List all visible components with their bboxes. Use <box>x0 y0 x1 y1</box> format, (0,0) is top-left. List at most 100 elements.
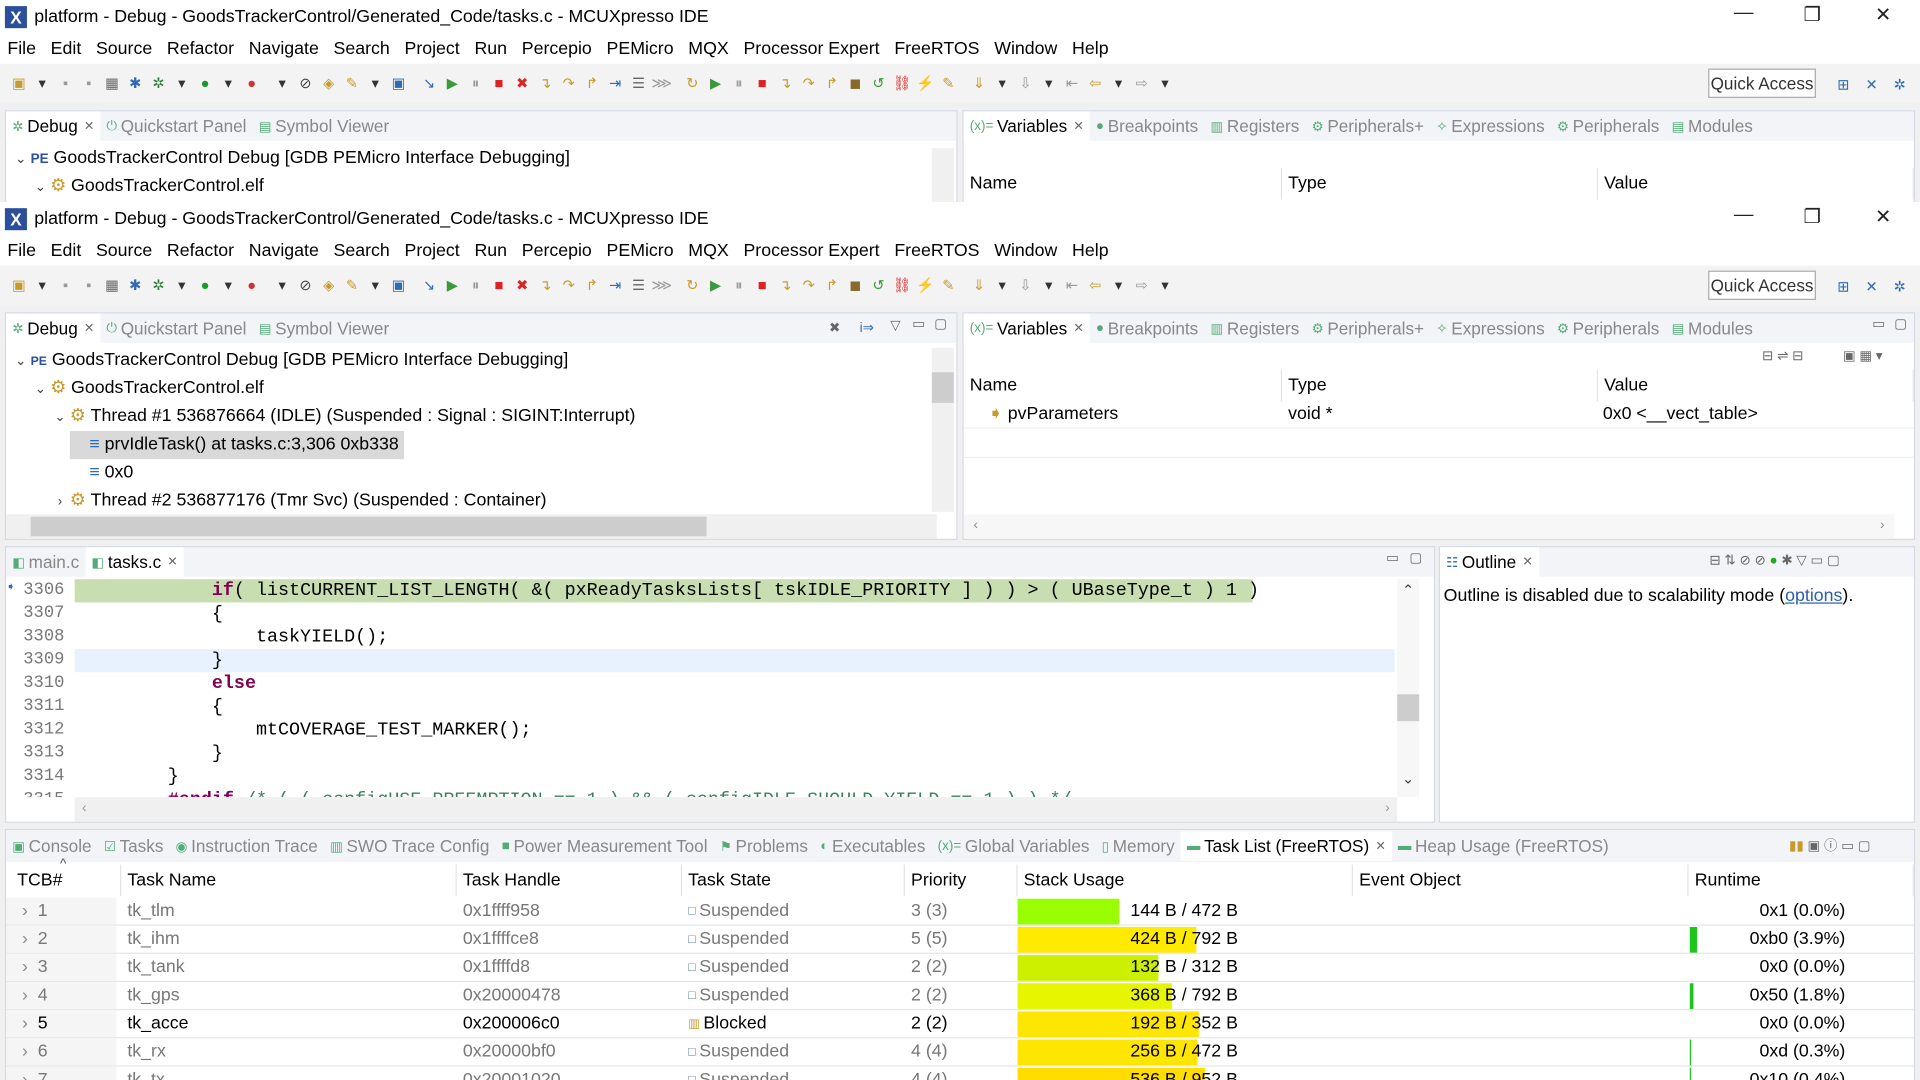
flash-icon[interactable]: ▶ <box>704 274 727 296</box>
horizontal-scrollbar[interactable]: ‹ › <box>74 797 1398 822</box>
column-header-name[interactable]: Name <box>964 167 1283 200</box>
column-header-name[interactable]: Name <box>964 369 1283 402</box>
expand-icon[interactable]: ⌄ <box>31 174 51 202</box>
close-tab-icon[interactable]: ✕ <box>84 119 94 132</box>
dropdown-icon[interactable]: ▾ <box>170 72 193 94</box>
maximize-view-icon[interactable]: ▢ <box>1894 316 1907 332</box>
edit-icon[interactable]: ✎ <box>340 274 363 296</box>
link-icon[interactable]: ⛓ <box>890 274 913 296</box>
column-header-type[interactable]: Type <box>1282 369 1598 402</box>
instruction-stepping-icon[interactable]: i⇒ <box>860 320 874 336</box>
menu-edit[interactable]: Edit <box>43 241 88 261</box>
back-icon[interactable]: ⇦ <box>1084 274 1107 296</box>
close-tab-icon[interactable]: ✕ <box>1073 321 1083 334</box>
next-annotation-icon[interactable]: ⇩ <box>1014 274 1037 296</box>
menu-freertos[interactable]: FreeRTOS <box>887 39 987 59</box>
link-icon[interactable]: ⛓ <box>890 72 913 94</box>
column-header-value[interactable]: Value <box>1598 167 1914 200</box>
pause-all-icon[interactable]: ⏸ <box>727 72 750 94</box>
step-return-icon[interactable]: ↱ <box>580 274 603 296</box>
unlink-icon[interactable]: ⚡ <box>913 274 936 296</box>
menu-project[interactable]: Project <box>397 241 467 261</box>
minimize-view-icon[interactable]: ▭ <box>1872 316 1885 332</box>
close-tab-icon[interactable]: ✕ <box>1073 119 1083 132</box>
tree-item-launch[interactable]: ⌄ PE GoodsTrackerControl Debug [GDB PEMic… <box>11 144 570 172</box>
external-tools-icon[interactable]: ● <box>240 72 263 94</box>
run-icon[interactable]: ● <box>193 72 216 94</box>
column-header-stack-usage[interactable]: Stack Usage <box>1018 864 1354 897</box>
tab-instruction-trace[interactable]: ◉ Instruction Trace <box>170 831 324 860</box>
task-row[interactable]: ›7tk_tx0x20001020□Suspended4 (4)536 B / … <box>6 1066 1914 1080</box>
scrollbar-thumb[interactable] <box>931 372 954 403</box>
menu-freertos[interactable]: FreeRTOS <box>887 241 987 261</box>
step-all-icon[interactable]: ↴ <box>774 274 797 296</box>
disconnect-icon[interactable]: ✖ <box>511 72 534 94</box>
tab-swo-trace-config[interactable]: ▥ SWO Trace Config <box>324 831 496 860</box>
external-tools-icon[interactable]: ● <box>240 274 263 296</box>
close-tab-icon[interactable]: ✕ <box>84 321 94 334</box>
column-header-task-handle[interactable]: Task Handle <box>457 864 683 897</box>
disconnect-icon[interactable]: ✖ <box>511 274 534 296</box>
dropdown-icon[interactable]: ▾ <box>364 72 387 94</box>
menu-help[interactable]: Help <box>1065 39 1116 59</box>
save-all-icon[interactable]: ▪ <box>77 274 100 296</box>
stop-all-icon[interactable]: ■ <box>751 72 774 94</box>
tab-expressions[interactable]: ✧ Expressions <box>1430 313 1551 342</box>
task-row[interactable]: › 6 tk_rx 0x20000bf0 □ Suspended 4 (4) 256 B / … <box>6 1038 1914 1067</box>
suspend-icon[interactable]: ⏸ <box>464 72 487 94</box>
terminal-icon[interactable]: ▣ <box>387 72 410 94</box>
open-perspective-icon[interactable]: ⊞ <box>1832 73 1855 95</box>
menu-run[interactable]: Run <box>467 241 514 261</box>
tab-variables[interactable]: (x)= Variables ✕ <box>963 313 1090 343</box>
step-over-icon[interactable]: ↷ <box>557 274 580 296</box>
skip-breakpoints-icon[interactable]: ⊘ <box>294 274 317 296</box>
debug-settings-icon[interactable]: ✱ <box>124 72 147 94</box>
new-icon[interactable]: ▣ <box>7 72 30 94</box>
dropdown-icon[interactable]: ▾ <box>364 274 387 296</box>
tab-task-list-freertos-[interactable]: ▬ Task List (FreeRTOS) ✕ <box>1180 831 1392 861</box>
tab-quickstart-panel[interactable]: ⏻ Quickstart Panel <box>100 111 252 140</box>
expand-icon[interactable]: ⌄ <box>11 348 31 376</box>
expand-icon[interactable]: › <box>50 489 70 517</box>
tab-main-c[interactable]: ◧ main.c <box>6 547 85 576</box>
maximize-view-icon[interactable]: ▢ <box>1409 550 1422 566</box>
restart-icon[interactable]: ↻ <box>681 72 704 94</box>
minimize-view-icon[interactable]: ▭ <box>1386 550 1399 566</box>
tab-modules[interactable]: ▤ Modules <box>1666 111 1759 140</box>
step-return-icon[interactable]: ↱ <box>580 72 603 94</box>
resume-icon[interactable]: ▶ <box>441 72 464 94</box>
expand-icon[interactable]: ⌄ <box>50 404 70 432</box>
menu-window[interactable]: Window <box>987 39 1065 59</box>
expand-icon[interactable]: › <box>22 1014 28 1034</box>
menu-percepio[interactable]: Percepio <box>514 241 599 261</box>
step-all-icon[interactable]: ↴ <box>774 72 797 94</box>
tab-debug[interactable]: ✲ Debug ✕ <box>6 313 101 343</box>
step-into-icon[interactable]: ↴ <box>534 72 557 94</box>
minimize-button[interactable]: — <box>1731 204 1755 226</box>
vertical-scrollbar[interactable] <box>931 347 954 512</box>
menu-pemicro[interactable]: PEMicro <box>599 241 681 261</box>
run-icon[interactable]: ● <box>193 274 216 296</box>
last-edit-icon[interactable]: ⇤ <box>1060 72 1083 94</box>
menu-file[interactable]: File <box>0 241 43 261</box>
tab-modules[interactable]: ▤ Modules <box>1666 313 1759 342</box>
column-header-event-object[interactable]: Event Object <box>1353 864 1689 897</box>
close-tab-icon[interactable]: ✕ <box>1375 839 1385 852</box>
menu-edit[interactable]: Edit <box>43 39 88 59</box>
stop-all-icon[interactable]: ■ <box>751 274 774 296</box>
tab-registers[interactable]: ▥ Registers <box>1204 313 1305 342</box>
tab-peripherals-[interactable]: ⚙ Peripherals+ <box>1305 111 1430 140</box>
expand-icon[interactable]: ⌄ <box>11 146 31 174</box>
step-over-icon[interactable]: ↷ <box>557 72 580 94</box>
tab-quickstart-panel[interactable]: ⏻ Quickstart Panel <box>100 313 252 342</box>
maximize-view-icon[interactable]: ▢ <box>934 316 947 332</box>
save-icon[interactable]: ▪ <box>54 274 77 296</box>
menu-navigate[interactable]: Navigate <box>241 241 326 261</box>
close-button[interactable]: ✕ <box>1871 2 1895 26</box>
menu-processor-expert[interactable]: Processor Expert <box>736 39 887 59</box>
reset-icon[interactable]: ↺ <box>867 274 890 296</box>
tree-item[interactable]: ⌄ ⚙ Thread #1 536876664 (IDLE) (Suspended … <box>50 403 635 431</box>
minimize-view-icon[interactable]: ▭ <box>912 316 925 332</box>
dropdown-icon[interactable]: ▾ <box>31 274 54 296</box>
debug-icon[interactable]: ✲ <box>147 72 170 94</box>
